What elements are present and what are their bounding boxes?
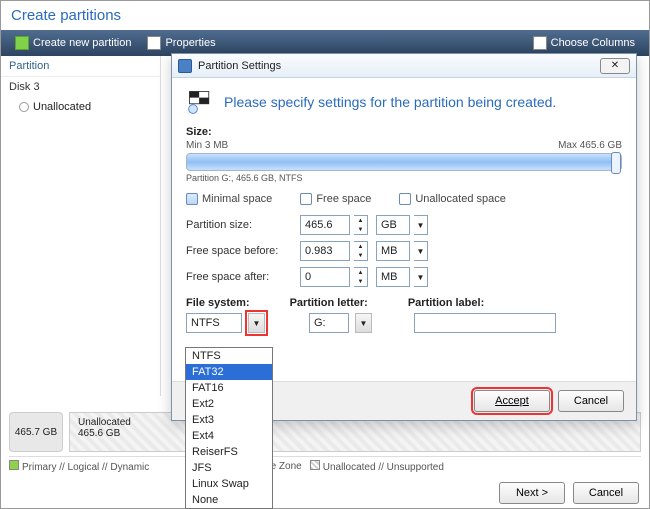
- fs-option-jfs[interactable]: JFS: [186, 460, 272, 476]
- size-label: Size:: [186, 126, 622, 138]
- partition-label-input[interactable]: [414, 313, 556, 333]
- file-system-label: File system:: [186, 297, 250, 309]
- file-system-dropdown-button[interactable]: ▼: [248, 313, 265, 333]
- wizard-footer: Next > Cancel: [499, 482, 639, 504]
- free-before-unit[interactable]: MB: [376, 241, 410, 261]
- dialog-prompt: Please specify settings for the partitio…: [224, 94, 556, 110]
- unit-dropdown[interactable]: ▼: [414, 267, 428, 287]
- fs-option-ext2[interactable]: Ext2: [186, 396, 272, 412]
- checkbox-icon: [186, 193, 198, 205]
- chevron-down-icon[interactable]: ▼: [354, 251, 367, 260]
- free-before-input[interactable]: 0.983: [300, 241, 350, 261]
- slider-caption: Partition G:, 465.6 GB, NTFS: [186, 173, 622, 183]
- legend-primary: Primary // Logical // Dynamic: [22, 462, 149, 473]
- size-min: Min 3 MB: [186, 140, 228, 151]
- columns-icon: [533, 36, 547, 50]
- next-button[interactable]: Next >: [499, 482, 565, 504]
- free-after-label: Free space after:: [186, 271, 296, 283]
- chevron-up-icon[interactable]: ▲: [354, 242, 367, 251]
- choose-columns-label: Choose Columns: [551, 37, 635, 49]
- dialog-close-button[interactable]: ✕: [600, 58, 630, 74]
- chevron-down-icon[interactable]: ▼: [354, 225, 367, 234]
- chevron-down-icon[interactable]: ▼: [354, 277, 367, 286]
- fs-option-ext3[interactable]: Ext3: [186, 412, 272, 428]
- partition-size-unit[interactable]: GB: [376, 215, 410, 235]
- chk-free[interactable]: Free space: [300, 193, 371, 205]
- dialog-cancel-button[interactable]: Cancel: [558, 390, 624, 412]
- choose-columns-button[interactable]: Choose Columns: [525, 34, 643, 52]
- file-system-combo[interactable]: NTFS: [186, 313, 242, 333]
- dialog-title: Partition Settings: [198, 60, 281, 72]
- legend-unalloc: Unallocated // Unsupported: [323, 462, 444, 473]
- partition-label-label: Partition label:: [408, 297, 484, 309]
- unit-dropdown[interactable]: ▼: [414, 215, 428, 235]
- plus-icon: [15, 36, 29, 50]
- size-max: Max 465.6 GB: [558, 140, 622, 151]
- partition-letter-combo[interactable]: G:: [309, 313, 349, 333]
- fs-option-ntfs[interactable]: NTFS: [186, 348, 272, 364]
- file-system-dropdown-list[interactable]: NTFS FAT32 FAT16 Ext2 Ext3 Ext4 ReiserFS…: [185, 347, 273, 509]
- partition-size-label: Partition size:: [186, 219, 296, 231]
- fs-option-linuxswap[interactable]: Linux Swap: [186, 476, 272, 492]
- sidebar-disk-label[interactable]: Disk 3: [1, 77, 160, 97]
- checkbox-icon: [300, 193, 312, 205]
- partition-size-input[interactable]: 465.6: [300, 215, 350, 235]
- chk-free-label: Free space: [316, 193, 371, 205]
- app-icon: [178, 59, 192, 73]
- chk-unalloc[interactable]: Unallocated space: [399, 193, 506, 205]
- create-partition-label: Create new partition: [33, 37, 131, 49]
- fs-option-fat16[interactable]: FAT16: [186, 380, 272, 396]
- legend-bar: Primary // Logical // Dynamic re Zone Un…: [9, 456, 641, 476]
- sidebar-item-unallocated[interactable]: Unallocated: [1, 97, 160, 117]
- partition-sidebar: Partition Disk 3 Unallocated: [1, 56, 161, 396]
- disk-total-size: 465.7 GB: [15, 427, 57, 438]
- sidebar-item-label: Unallocated: [33, 101, 91, 113]
- partition-letter-dropdown-button[interactable]: ▼: [355, 313, 372, 333]
- free-after-spinner[interactable]: ▲▼: [354, 267, 368, 287]
- legend-unalloc-icon: [310, 460, 320, 470]
- fs-option-fat32[interactable]: FAT32: [186, 364, 272, 380]
- cancel-button[interactable]: Cancel: [573, 482, 639, 504]
- dialog-titlebar[interactable]: Partition Settings ✕: [172, 54, 636, 78]
- flag-icon: [186, 88, 214, 116]
- partition-size-spinner[interactable]: ▲▼: [354, 215, 368, 235]
- alloc-size: 465.6 GB: [78, 428, 632, 439]
- circle-icon: [19, 102, 29, 112]
- free-before-spinner[interactable]: ▲▼: [354, 241, 368, 261]
- properties-label: Properties: [165, 37, 215, 49]
- free-after-unit[interactable]: MB: [376, 267, 410, 287]
- chevron-up-icon[interactable]: ▲: [354, 268, 367, 277]
- fs-option-reiserfs[interactable]: ReiserFS: [186, 444, 272, 460]
- accept-button[interactable]: Accept: [474, 390, 550, 412]
- page-icon: [147, 36, 161, 50]
- checkbox-icon: [399, 193, 411, 205]
- window-title: Create partitions: [1, 1, 649, 30]
- chk-minimal[interactable]: Minimal space: [186, 193, 272, 205]
- unit-dropdown[interactable]: ▼: [414, 241, 428, 261]
- slider-handle[interactable]: [611, 152, 621, 174]
- disk-icon-box[interactable]: 465.7 GB: [9, 412, 63, 452]
- fs-option-ext4[interactable]: Ext4: [186, 428, 272, 444]
- chevron-up-icon[interactable]: ▲: [354, 216, 367, 225]
- free-after-input[interactable]: 0: [300, 267, 350, 287]
- chk-minimal-label: Minimal space: [202, 193, 272, 205]
- properties-button[interactable]: Properties: [139, 34, 223, 52]
- free-before-label: Free space before:: [186, 245, 296, 257]
- partition-letter-label: Partition letter:: [290, 297, 368, 309]
- size-slider[interactable]: [186, 153, 622, 171]
- fs-option-none[interactable]: None: [186, 492, 272, 508]
- legend-primary-icon: [9, 460, 19, 470]
- chk-unalloc-label: Unallocated space: [415, 193, 506, 205]
- sidebar-header: Partition: [1, 56, 160, 77]
- create-partition-button[interactable]: Create new partition: [7, 34, 139, 52]
